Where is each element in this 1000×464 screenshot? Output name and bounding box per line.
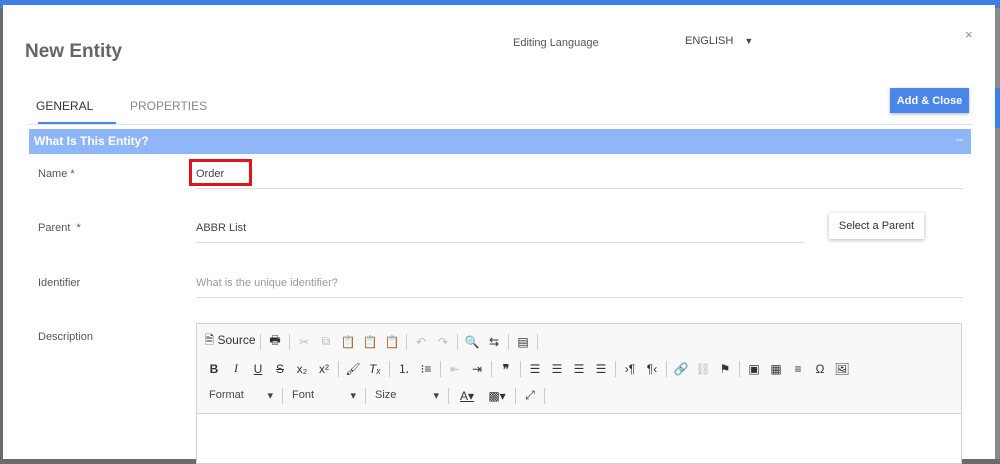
table-icon[interactable]: ▦: [765, 362, 787, 376]
maximize-icon[interactable]: ⤢: [519, 388, 541, 403]
collapse-icon[interactable]: –: [956, 132, 963, 146]
identifier-input[interactable]: What is the unique identifier?: [196, 277, 963, 298]
align-left-icon[interactable]: ☰: [524, 362, 546, 376]
description-label: Description: [38, 331, 94, 343]
format-label: Format: [209, 389, 244, 401]
backdrop: [995, 8, 1000, 459]
modal-title: New Entity: [25, 41, 123, 62]
paste-icon[interactable]: 📋: [337, 335, 359, 349]
font-label: Font: [292, 389, 315, 401]
outdent-icon[interactable]: ⇤: [444, 362, 466, 376]
close-button[interactable]: ×: [965, 27, 973, 42]
parent-label: Parent *: [38, 222, 81, 234]
special-char-icon[interactable]: Ω: [809, 362, 831, 376]
link-icon[interactable]: 🔗: [670, 362, 692, 376]
unlink-icon[interactable]: ⛓: [692, 362, 714, 376]
subscript-icon[interactable]: x₂: [291, 362, 313, 376]
align-center-icon[interactable]: ☰: [546, 362, 568, 376]
cut-icon[interactable]: ✂: [293, 335, 315, 349]
align-right-icon[interactable]: ☰: [568, 362, 590, 376]
rich-text-editor: 🗎 Source 🖶 ✂ ⧉ 📋 📋 📋 ↶ ↷ 🔍 ⇆ ▤ B I U S x…: [196, 323, 962, 464]
size-select[interactable]: Size ▾: [369, 389, 445, 402]
ltr-icon[interactable]: ›¶: [619, 362, 641, 376]
section-header[interactable]: What Is This Entity? –: [29, 129, 971, 154]
section-title: What Is This Entity?: [34, 134, 149, 148]
remove-format-icon[interactable]: Tₓ: [364, 362, 386, 376]
tab-general[interactable]: GENERAL: [36, 99, 93, 113]
identifier-label: Identifier: [38, 277, 81, 289]
horizontal-line-icon[interactable]: ≡: [787, 362, 809, 376]
source-button[interactable]: 🗎 Source: [203, 331, 257, 352]
blockquote-icon[interactable]: ❞: [495, 362, 517, 376]
bold-icon[interactable]: B: [203, 362, 225, 376]
add-close-button[interactable]: Add & Close: [890, 88, 969, 113]
font-select[interactable]: Font ▾: [286, 389, 362, 402]
find-icon[interactable]: 🔍: [461, 335, 483, 349]
highlight-box: [189, 159, 252, 186]
background-color-icon[interactable]: ▩▾: [482, 389, 512, 403]
name-label: Name *: [38, 168, 75, 180]
text-color-icon[interactable]: A▾: [452, 389, 482, 403]
backdrop-accent: [995, 88, 1000, 128]
size-label: Size: [375, 389, 397, 401]
italic-icon[interactable]: I: [225, 361, 247, 376]
editor-content-area[interactable]: [197, 414, 961, 464]
new-entity-modal: New Entity Editing Language ENGLISH ▼ × …: [3, 5, 995, 464]
indent-icon[interactable]: ⇥: [466, 362, 488, 376]
copy-format-icon[interactable]: 🖌: [342, 362, 364, 376]
numbered-list-icon[interactable]: ⒈: [393, 360, 415, 377]
anchor-flag-icon[interactable]: ⚑: [714, 362, 736, 376]
caret-down-icon: ▾: [433, 390, 439, 402]
editing-language-label: Editing Language: [513, 37, 599, 49]
undo-icon[interactable]: ↶: [410, 335, 432, 349]
name-input[interactable]: Order: [196, 168, 963, 189]
underline-icon[interactable]: U: [247, 362, 269, 376]
flash-icon[interactable]: ▣: [743, 362, 765, 376]
rtl-icon[interactable]: ¶‹: [641, 362, 663, 376]
print-icon[interactable]: 🖶: [264, 331, 286, 352]
strikethrough-icon[interactable]: S: [269, 362, 291, 376]
superscript-icon[interactable]: x²: [313, 362, 335, 376]
source-label: Source: [217, 333, 256, 347]
image-icon[interactable]: 🖼: [831, 362, 853, 376]
language-select[interactable]: ENGLISH ▼: [685, 35, 753, 47]
editor-toolbar: 🗎 Source 🖶 ✂ ⧉ 📋 📋 📋 ↶ ↷ 🔍 ⇆ ▤ B I U S x…: [197, 324, 961, 414]
redo-icon[interactable]: ↷: [432, 335, 454, 349]
tab-divider: [28, 124, 973, 125]
bulleted-list-icon[interactable]: ⁝≡: [415, 362, 437, 376]
caret-down-icon: ▾: [350, 390, 356, 402]
select-parent-button[interactable]: Select a Parent: [829, 213, 924, 239]
copy-icon[interactable]: ⧉: [315, 334, 337, 349]
tab-properties[interactable]: PROPERTIES: [130, 99, 207, 113]
paste-word-icon[interactable]: 📋: [381, 335, 403, 349]
paste-text-icon[interactable]: 📋: [359, 335, 381, 349]
format-select[interactable]: Format ▾: [203, 389, 279, 402]
parent-input[interactable]: ABBR List: [196, 222, 804, 243]
justify-icon[interactable]: ☰: [590, 362, 612, 376]
language-value: ENGLISH: [685, 35, 734, 47]
replace-icon[interactable]: ⇆: [483, 335, 505, 349]
caret-down-icon: ▼: [744, 36, 754, 46]
page-break-icon[interactable]: ▤: [512, 335, 534, 349]
caret-down-icon: ▾: [267, 390, 273, 402]
